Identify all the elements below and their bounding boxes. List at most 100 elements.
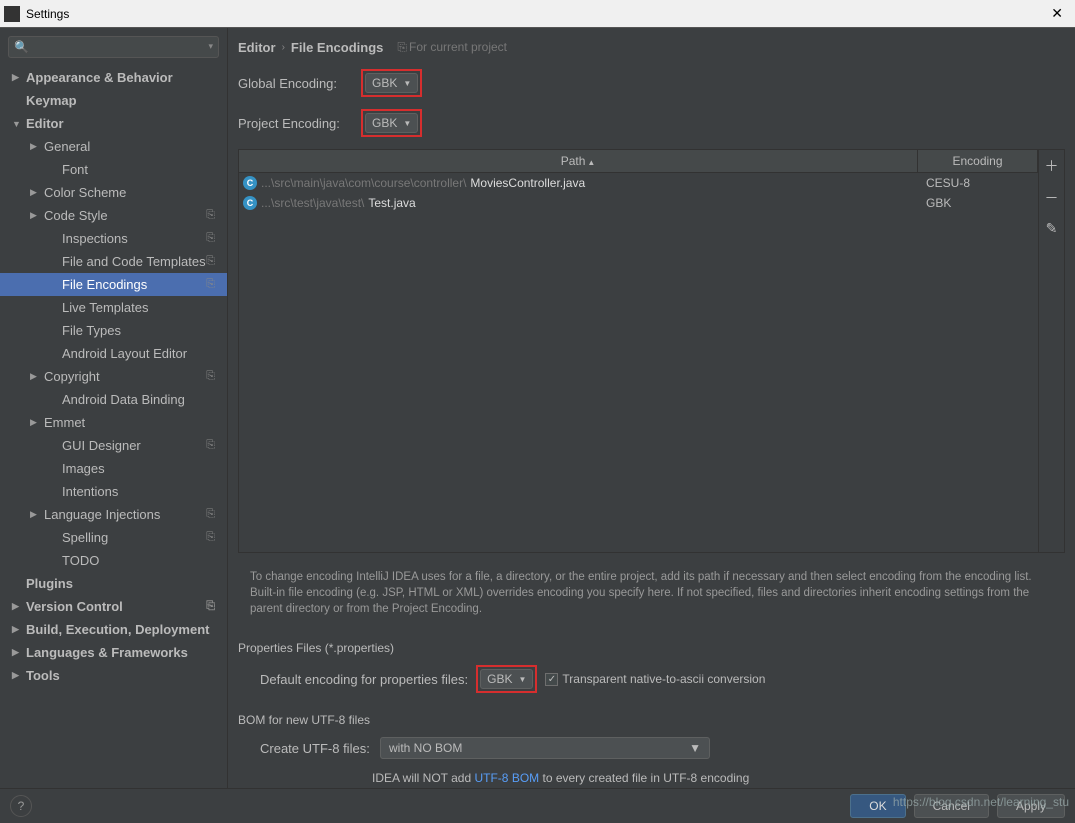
- utf8-bom-link[interactable]: UTF-8 BOM: [474, 771, 539, 785]
- create-utf8-label: Create UTF-8 files:: [260, 741, 372, 756]
- titlebar: Settings ✕: [0, 0, 1075, 28]
- sidebar-item-label: Android Layout Editor: [62, 346, 187, 361]
- global-encoding-label: Global Encoding:: [238, 76, 353, 91]
- tree-arrow-icon: ▶: [12, 670, 24, 681]
- class-file-icon: C: [243, 196, 257, 210]
- sidebar-item-general[interactable]: ▶General: [0, 135, 227, 158]
- sidebar-item-todo[interactable]: TODO: [0, 549, 227, 572]
- copy-icon: ⎘: [206, 209, 219, 222]
- sidebar-item-languages-frameworks[interactable]: ▶Languages & Frameworks: [0, 641, 227, 664]
- sidebar-item-label: Tools: [26, 668, 60, 683]
- window-title: Settings: [26, 7, 1043, 21]
- highlight-box: GBK ▼: [361, 109, 422, 137]
- tree-arrow-icon: ▶: [30, 187, 42, 198]
- sidebar-item-android-layout-editor[interactable]: Android Layout Editor: [0, 342, 227, 365]
- sort-asc-icon: ▲: [587, 158, 595, 167]
- sidebar-item-keymap[interactable]: Keymap: [0, 89, 227, 112]
- tree-arrow-icon: ▶: [12, 601, 24, 612]
- copy-icon: ⎘: [206, 255, 219, 268]
- sidebar-item-language-injections[interactable]: ▶Language Injections⎘: [0, 503, 227, 526]
- sidebar-item-code-style[interactable]: ▶Code Style⎘: [0, 204, 227, 227]
- add-icon[interactable]: ＋: [1045, 156, 1059, 176]
- sidebar-item-gui-designer[interactable]: GUI Designer⎘: [0, 434, 227, 457]
- project-encoding-combo[interactable]: GBK ▼: [365, 113, 418, 133]
- breadcrumb-file-encodings: File Encodings: [291, 40, 383, 55]
- table-row[interactable]: C...\src\test\java\test\Test.javaGBK: [239, 193, 1038, 213]
- bom-section-title: BOM for new UTF-8 files: [238, 713, 1065, 727]
- search-icon: 🔍: [14, 40, 29, 54]
- sidebar-item-live-templates[interactable]: Live Templates: [0, 296, 227, 319]
- sidebar-item-label: GUI Designer: [62, 438, 141, 453]
- sidebar-item-label: File Encodings: [62, 277, 147, 292]
- sidebar-item-label: Code Style: [44, 208, 108, 223]
- properties-section-title: Properties Files (*.properties): [238, 641, 1065, 655]
- edit-icon[interactable]: ✎: [1046, 220, 1058, 237]
- sidebar-item-version-control[interactable]: ▶Version Control⎘: [0, 595, 227, 618]
- table-row[interactable]: C...\src\main\java\com\course\controller…: [239, 173, 1038, 193]
- sidebar-item-intentions[interactable]: Intentions: [0, 480, 227, 503]
- sidebar-item-label: Images: [62, 461, 105, 476]
- scope-note: ⎘For current project: [397, 40, 507, 55]
- sidebar-item-color-scheme[interactable]: ▶Color Scheme: [0, 181, 227, 204]
- copy-icon: ⎘: [206, 370, 219, 383]
- chevron-down-icon: ▼: [403, 79, 411, 88]
- sidebar-item-label: Android Data Binding: [62, 392, 185, 407]
- cell-encoding: CESU-8: [918, 176, 1038, 190]
- chevron-down-icon[interactable]: ▾: [208, 41, 213, 52]
- copy-icon: ⎘: [206, 278, 219, 291]
- sidebar-item-file-types[interactable]: File Types: [0, 319, 227, 342]
- chevron-down-icon: ▼: [518, 675, 526, 684]
- class-file-icon: C: [243, 176, 257, 190]
- close-icon[interactable]: ✕: [1043, 5, 1071, 22]
- sidebar-item-plugins[interactable]: Plugins: [0, 572, 227, 595]
- search-input[interactable]: [8, 36, 219, 58]
- sidebar-item-label: File and Code Templates: [62, 254, 206, 269]
- sidebar-item-tools[interactable]: ▶Tools: [0, 664, 227, 687]
- sidebar-item-android-data-binding[interactable]: Android Data Binding: [0, 388, 227, 411]
- create-utf8-combo[interactable]: with NO BOM ▼: [380, 737, 710, 759]
- help-button[interactable]: ?: [10, 795, 32, 817]
- sidebar-item-label: Spelling: [62, 530, 108, 545]
- sidebar-item-spelling[interactable]: Spelling ⎘: [0, 526, 227, 549]
- sidebar-item-appearance-behavior[interactable]: ▶Appearance & Behavior: [0, 66, 227, 89]
- sidebar-item-font[interactable]: Font: [0, 158, 227, 181]
- global-encoding-combo[interactable]: GBK ▼: [365, 73, 418, 93]
- sidebar-item-label: Language Injections: [44, 507, 160, 522]
- copy-icon: ⎘: [397, 40, 407, 54]
- remove-icon[interactable]: －: [1045, 188, 1059, 208]
- properties-encoding-combo[interactable]: GBK ▼: [480, 669, 533, 689]
- sidebar-item-file-encodings[interactable]: File Encodings ⎘: [0, 273, 227, 296]
- sidebar-item-label: File Types: [62, 323, 121, 338]
- sidebar-item-label: Languages & Frameworks: [26, 645, 188, 660]
- settings-tree: ▶Appearance & BehaviorKeymap▼Editor▶Gene…: [0, 66, 227, 788]
- sidebar: 🔍 ▾ ▶Appearance & BehaviorKeymap▼Editor▶…: [0, 28, 228, 788]
- sidebar-item-label: Build, Execution, Deployment: [26, 622, 209, 637]
- sidebar-item-editor[interactable]: ▼Editor: [0, 112, 227, 135]
- column-encoding[interactable]: Encoding: [918, 150, 1038, 172]
- sidebar-item-inspections[interactable]: Inspections⎘: [0, 227, 227, 250]
- tree-arrow-icon: ▼: [12, 119, 24, 129]
- sidebar-item-label: Intentions: [62, 484, 118, 499]
- transparent-ascii-checkbox[interactable]: ✓ Transparent native-to-ascii conversion: [545, 672, 765, 686]
- sidebar-item-emmet[interactable]: ▶Emmet: [0, 411, 227, 434]
- default-properties-encoding-label: Default encoding for properties files:: [260, 672, 468, 687]
- sidebar-item-images[interactable]: Images: [0, 457, 227, 480]
- app-icon: [4, 6, 20, 22]
- copy-icon: ⎘: [206, 531, 219, 544]
- breadcrumb-editor[interactable]: Editor: [238, 40, 276, 55]
- tree-arrow-icon: ▶: [30, 141, 42, 152]
- sidebar-item-label: General: [44, 139, 90, 154]
- sidebar-item-label: Inspections: [62, 231, 128, 246]
- sidebar-item-file-and-code-templates[interactable]: File and Code Templates⎘: [0, 250, 227, 273]
- tree-arrow-icon: ▶: [30, 417, 42, 428]
- sidebar-item-copyright[interactable]: ▶Copyright⎘: [0, 365, 227, 388]
- table-toolbar: ＋ － ✎: [1039, 149, 1065, 553]
- column-path[interactable]: Path▲: [239, 150, 918, 172]
- sidebar-item-build-execution-deployment[interactable]: ▶Build, Execution, Deployment: [0, 618, 227, 641]
- cell-path: C...\src\test\java\test\Test.java: [239, 196, 918, 210]
- chevron-down-icon: ▼: [689, 741, 701, 755]
- checkmark-icon: ✓: [545, 673, 558, 686]
- search-box: 🔍 ▾: [8, 36, 219, 58]
- sidebar-item-label: Live Templates: [62, 300, 148, 315]
- sidebar-item-label: Appearance & Behavior: [26, 70, 173, 85]
